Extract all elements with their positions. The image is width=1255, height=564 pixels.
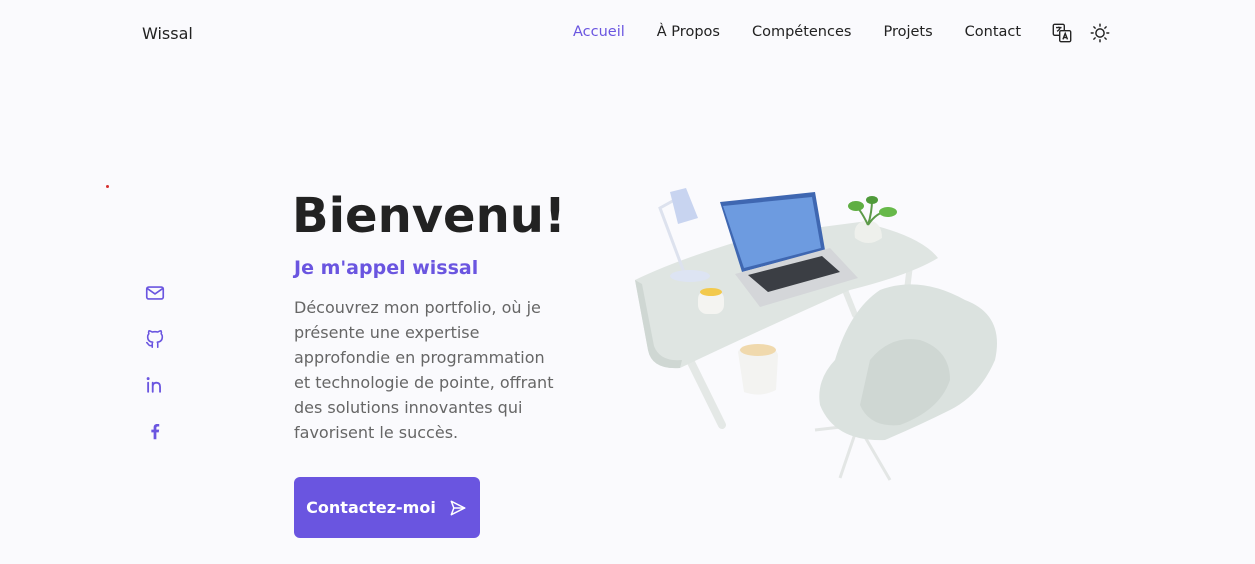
contact-button[interactable]: Contactez-moi [294,477,480,538]
desk-workspace-illustration [620,180,1020,490]
hero-description: Découvrez mon portfolio, où je présente … [294,298,554,442]
brand-logo[interactable]: Wissal [142,24,193,43]
nav-a-propos[interactable]: À Propos [657,24,720,40]
sun-icon[interactable] [1089,22,1111,44]
decorative-dot [106,185,109,188]
nav-competences[interactable]: Compétences [752,24,852,40]
mail-icon[interactable] [144,282,166,304]
hero-title: Bienvenu! [292,188,566,244]
nav-projets[interactable]: Projets [883,24,932,40]
social-links [144,282,166,466]
linkedin-icon[interactable] [144,374,166,396]
contact-button-label: Contactez-moi [306,498,436,517]
translate-icon[interactable] [1051,22,1073,44]
hero-subtitle: Je m'appel wissal [294,257,479,279]
site-header: Wissal Accueil À Propos Compétences Proj… [0,0,1255,66]
main-nav: Accueil À Propos Compétences Projets Con… [573,24,1021,40]
nav-accueil[interactable]: Accueil [573,24,625,40]
send-icon [448,498,468,518]
github-icon[interactable] [144,328,166,350]
nav-contact[interactable]: Contact [965,24,1021,40]
facebook-icon[interactable] [144,420,166,442]
